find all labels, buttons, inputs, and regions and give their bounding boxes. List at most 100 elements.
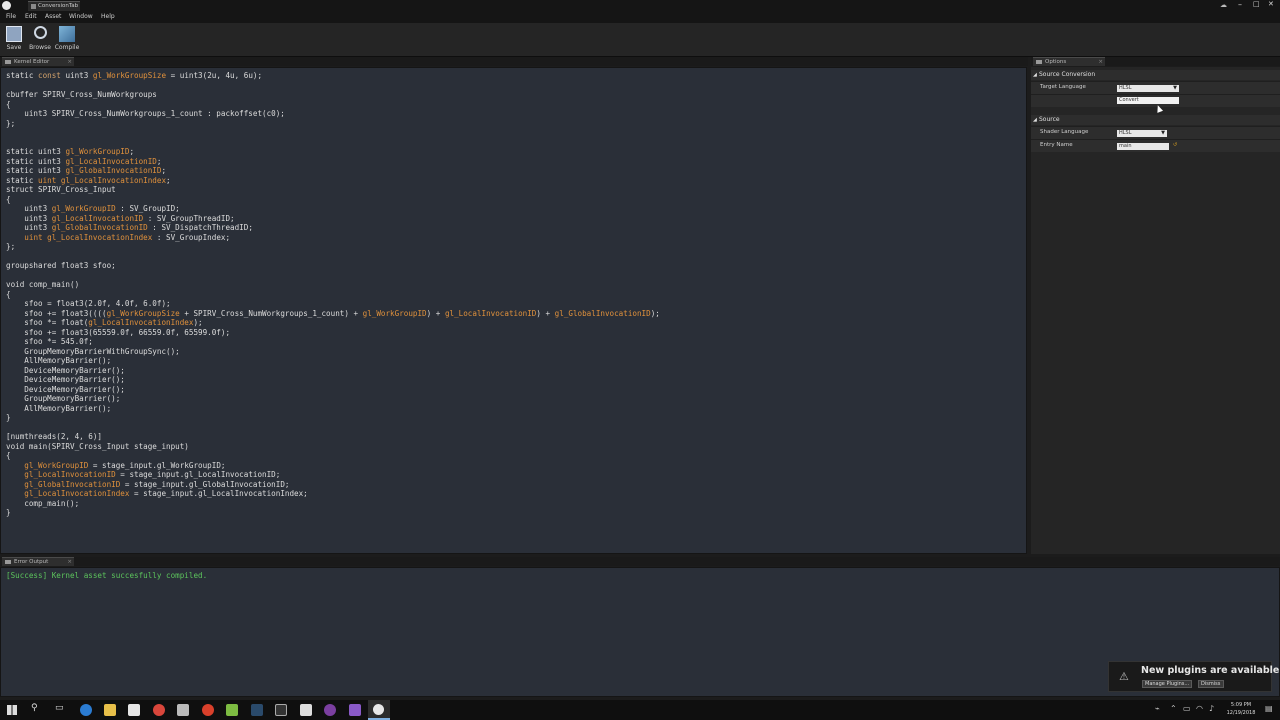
tab-close-icon[interactable]: ×	[67, 58, 72, 66]
tab-error-output[interactable]: Error Output ×	[2, 557, 74, 566]
code-line[interactable]: uint3 gl_GlobalInvocationID : SV_Dispatc…	[6, 223, 253, 233]
steam-icon[interactable]	[251, 704, 263, 716]
code-text[interactable]: static const uint3 gl_WorkGroupSize = ui…	[0, 71, 1020, 551]
compile-button[interactable]: Compile	[54, 25, 80, 55]
code-line[interactable]: GroupMemoryBarrier();	[6, 394, 120, 404]
target-language-value: HLSL	[1119, 85, 1132, 91]
code-line[interactable]: {	[6, 451, 11, 461]
task-view-icon[interactable]: ▭	[55, 703, 64, 713]
code-line[interactable]: GroupMemoryBarrierWithGroupSync();	[6, 347, 179, 357]
tab-close-icon[interactable]: ×	[1098, 58, 1103, 66]
collapse-arrow-icon[interactable]: ◢	[1033, 70, 1037, 80]
windows-start-icon[interactable]	[7, 705, 17, 715]
code-line[interactable]: uint3 gl_LocalInvocationID : SV_GroupThr…	[6, 214, 234, 224]
camera-app-icon[interactable]	[177, 704, 189, 716]
code-line[interactable]: comp_main();	[6, 499, 79, 509]
menu-file[interactable]: File	[6, 13, 16, 20]
obs-app-icon[interactable]	[324, 704, 336, 716]
code-line[interactable]: void comp_main()	[6, 280, 79, 290]
code-line[interactable]: uint3 SPIRV_Cross_NumWorkgroups_1_count …	[6, 109, 285, 119]
section-source[interactable]: ◢ Source	[1031, 115, 1280, 125]
code-line[interactable]: gl_GlobalInvocationID = stage_input.gl_G…	[6, 480, 289, 490]
entry-name-input[interactable]: main	[1117, 143, 1169, 150]
tab-kernel-editor[interactable]: Kernel Editor ×	[2, 57, 74, 66]
tray-battery-icon[interactable]: ▭	[1183, 704, 1191, 713]
tray-wifi-icon[interactable]: ◠	[1196, 704, 1203, 713]
code-line[interactable]: DeviceMemoryBarrier();	[6, 385, 125, 395]
edge-browser-icon[interactable]	[80, 704, 92, 716]
clock-date[interactable]: 12/19/2018	[1222, 710, 1260, 716]
section-source-conversion[interactable]: ◢ Source Conversion	[1031, 70, 1280, 80]
code-line[interactable]: };	[6, 119, 15, 129]
menu-help[interactable]: Help	[101, 13, 115, 20]
reset-arrow-icon[interactable]: ↺	[1173, 142, 1177, 148]
manage-plugins-button[interactable]: Manage Plugins...	[1142, 680, 1192, 688]
code-line[interactable]: DeviceMemoryBarrier();	[6, 366, 125, 376]
code-line[interactable]: {	[6, 290, 11, 300]
store-icon[interactable]	[128, 704, 140, 716]
clock-time[interactable]: 5:09 PM	[1226, 702, 1256, 708]
code-line[interactable]: };	[6, 242, 15, 252]
tray-network-icon[interactable]: ⌁	[1155, 704, 1160, 713]
code-line[interactable]: DeviceMemoryBarrier();	[6, 375, 125, 385]
visual-studio-icon[interactable]	[349, 704, 361, 716]
code-line[interactable]: {	[6, 195, 11, 205]
notepad-plus-icon[interactable]	[226, 704, 238, 716]
menu-edit[interactable]: Edit	[25, 13, 37, 20]
code-line[interactable]: AllMemoryBarrier();	[6, 356, 111, 366]
code-line[interactable]: sfoo *= float(gl_LocalInvocationIndex);	[6, 318, 202, 328]
code-line[interactable]: void main(SPIRV_Cross_Input stage_input)	[6, 442, 189, 452]
close-icon[interactable]: ✕	[1268, 0, 1274, 8]
mail-icon[interactable]	[300, 704, 312, 716]
target-language-combo[interactable]: HLSL ▼	[1117, 85, 1179, 92]
code-line[interactable]: AllMemoryBarrier();	[6, 404, 111, 414]
code-line[interactable]: static uint3 gl_GlobalInvocationID;	[6, 166, 166, 176]
code-line[interactable]: static const uint3 gl_WorkGroupSize = ui…	[6, 71, 262, 81]
shader-language-combo[interactable]: HLSL ▼	[1117, 130, 1167, 137]
code-line[interactable]: {	[6, 100, 11, 110]
entry-name-row: Entry Name main ↺	[1031, 139, 1280, 152]
code-line[interactable]: sfoo = float3(2.0f, 4.0f, 6.0f);	[6, 299, 170, 309]
code-line[interactable]: sfoo *= 545.0f;	[6, 337, 93, 347]
code-line[interactable]: uint gl_LocalInvocationIndex : SV_GroupI…	[6, 233, 230, 243]
convert-button[interactable]: Convert	[1117, 97, 1179, 104]
tab-close-icon[interactable]: ×	[67, 558, 72, 566]
code-line[interactable]: sfoo += float3((((gl_WorkGroupSize + SPI…	[6, 309, 660, 319]
code-token: gl_WorkGroupID	[362, 308, 427, 318]
unreal-engine-taskbar-button[interactable]	[368, 700, 390, 720]
search-icon[interactable]: ⚲	[31, 703, 38, 713]
code-line[interactable]: static uint3 gl_LocalInvocationID;	[6, 157, 161, 167]
maximize-icon[interactable]: □	[1253, 0, 1260, 8]
document-tab[interactable]: ConversionTab	[28, 1, 80, 11]
tab-options[interactable]: Options ×	[1033, 57, 1105, 66]
error-output-panel[interactable]	[0, 567, 1280, 697]
minimize-icon[interactable]: –	[1238, 0, 1242, 9]
tray-volume-icon[interactable]: ♪	[1209, 704, 1214, 713]
chrome-browser-icon[interactable]	[153, 704, 165, 716]
save-button[interactable]: Save	[1, 25, 27, 55]
code-line[interactable]: [numthreads(2, 4, 6)]	[6, 432, 102, 442]
code-line[interactable]: uint3 gl_WorkGroupID : SV_GroupID;	[6, 204, 179, 214]
code-line[interactable]: static uint gl_LocalInvocationIndex;	[6, 176, 171, 186]
code-line[interactable]: }	[6, 413, 11, 423]
code-line[interactable]: gl_LocalInvocationID = stage_input.gl_Lo…	[6, 470, 280, 480]
dismiss-button[interactable]: Dismiss	[1198, 680, 1224, 688]
red-circle-app-icon[interactable]	[202, 704, 214, 716]
menu-window[interactable]: Window	[69, 13, 93, 20]
terminal-icon[interactable]	[275, 704, 287, 716]
action-center-icon[interactable]: ▤	[1265, 704, 1273, 713]
code-line[interactable]: cbuffer SPIRV_Cross_NumWorkgroups	[6, 90, 157, 100]
tray-chevron-icon[interactable]: ⌃	[1170, 704, 1177, 713]
collapse-arrow-icon[interactable]: ◢	[1033, 115, 1037, 125]
file-explorer-icon[interactable]	[104, 704, 116, 716]
code-line[interactable]: gl_LocalInvocationIndex = stage_input.gl…	[6, 489, 307, 499]
menu-asset[interactable]: Asset	[45, 13, 61, 20]
browse-button[interactable]: Browse	[27, 25, 53, 55]
code-line[interactable]: }	[6, 508, 11, 518]
code-line[interactable]: groupshared float3 sfoo;	[6, 261, 116, 271]
notification-bell-icon[interactable]: ☁	[1220, 1, 1227, 9]
code-line[interactable]: static uint3 gl_WorkGroupID;	[6, 147, 134, 157]
code-line[interactable]: struct SPIRV_Cross_Input	[6, 185, 116, 195]
code-line[interactable]: sfoo += float3(65559.0f, 66559.0f, 65599…	[6, 328, 230, 338]
code-line[interactable]: gl_WorkGroupID = stage_input.gl_WorkGrou…	[6, 461, 225, 471]
